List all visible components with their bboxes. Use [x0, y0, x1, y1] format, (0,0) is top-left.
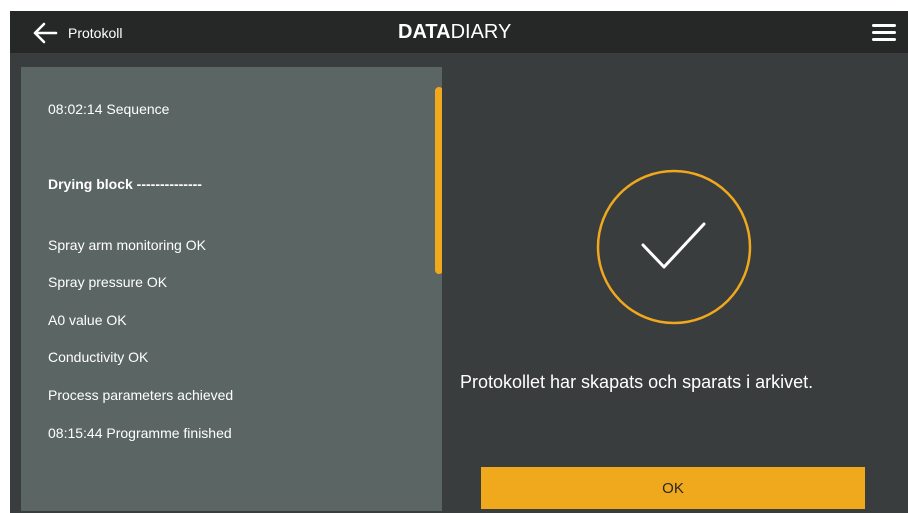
brand-logo-bold: DATA	[398, 21, 451, 43]
log-line: 08:02:14 Sequence	[48, 101, 170, 117]
log-line: A0 value OK	[48, 312, 127, 328]
back-label: Protokoll	[68, 25, 123, 41]
brand-logo-light: DIARY	[450, 21, 512, 43]
success-message: Protokollet har skapats och sparats i ar…	[460, 372, 814, 392]
log-line: 08:15:44 Programme finished	[48, 425, 232, 441]
arrow-left-icon	[32, 22, 58, 44]
hamburger-menu-icon[interactable]	[872, 24, 896, 42]
log-line: Spray arm monitoring OK	[48, 237, 206, 253]
brand-logo: DATADIARY	[398, 21, 511, 43]
left-edge	[0, 0, 10, 513]
log-line: Process parameters achieved	[48, 387, 234, 403]
protocol-log-panel[interactable]: 08:02:14 Sequence Drying block ---------…	[21, 67, 442, 511]
scrollbar-thumb[interactable]	[435, 87, 442, 274]
top-bar: Protokoll DATADIARY	[10, 11, 908, 53]
log-line: Conductivity OK	[48, 349, 149, 365]
app-window: Protokoll DATADIARY 08:02:14 Sequence Dr…	[10, 11, 908, 513]
log-line: Spray pressure OK	[48, 274, 168, 290]
log-line-heading: Drying block --------------	[48, 176, 202, 192]
top-edge	[0, 0, 908, 11]
ok-button[interactable]: OK	[481, 467, 865, 509]
checkmark-circle-icon	[596, 169, 752, 330]
back-button[interactable]: Protokoll	[32, 20, 122, 46]
